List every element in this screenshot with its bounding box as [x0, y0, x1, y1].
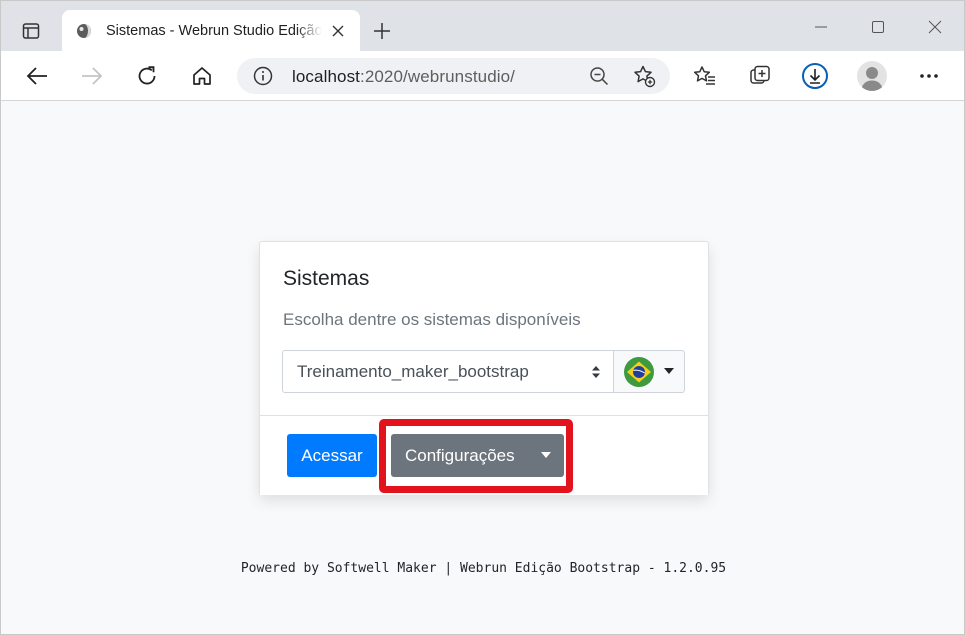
systems-card: Sistemas Escolha dentre os sistemas disp… [259, 241, 709, 495]
address-host: localhost [292, 67, 360, 86]
refresh-icon[interactable] [131, 60, 163, 92]
brazil-flag-icon [624, 357, 654, 387]
profile-icon[interactable] [857, 61, 887, 91]
close-icon[interactable] [328, 21, 348, 41]
active-tab[interactable]: Sistemas - Webrun Studio Edição Bootstra… [62, 10, 360, 51]
select-arrows-icon [592, 366, 600, 378]
minimize-icon[interactable] [807, 13, 835, 41]
chevron-down-icon [541, 452, 551, 458]
zoom-out-icon[interactable] [588, 65, 610, 87]
card-title: Sistemas [283, 267, 370, 290]
favorites-icon[interactable] [689, 60, 721, 92]
system-select[interactable]: Treinamento_maker_bootstrap [282, 350, 614, 393]
system-select-value: Treinamento_maker_bootstrap [297, 362, 529, 381]
address-url[interactable]: localhost:2020/webrunstudio/ [292, 67, 515, 87]
tab-actions-icon[interactable] [14, 14, 48, 48]
language-dropdown-button[interactable] [613, 350, 685, 393]
tab-title: Sistemas - Webrun Studio Edição Bootstra… [106, 22, 322, 39]
acessar-button[interactable]: Acessar [287, 434, 377, 477]
configuracoes-dropdown-button[interactable]: Configurações [391, 434, 564, 477]
arrow-left-icon[interactable] [21, 60, 53, 92]
more-icon[interactable] [913, 60, 945, 92]
collections-icon[interactable] [744, 60, 776, 92]
address-path: :2020/webrunstudio/ [360, 67, 516, 86]
powered-by-footer: Powered by Softwell Maker | Webrun Ediçã… [240, 561, 727, 576]
chevron-down-icon [664, 368, 674, 374]
arrow-right-icon[interactable] [76, 60, 108, 92]
star-add-icon[interactable] [632, 64, 656, 88]
browser-toolbar: localhost:2020/webrunstudio/ [1, 51, 964, 101]
address-bar[interactable]: localhost:2020/webrunstudio/ [237, 58, 670, 94]
plus-icon[interactable] [367, 16, 397, 46]
maximize-icon[interactable] [864, 13, 892, 41]
browser-window: Sistemas - Webrun Studio Edição Bootstra… [0, 0, 965, 635]
favicon-icon [76, 23, 92, 39]
download-icon[interactable] [799, 60, 831, 92]
tab-strip: Sistemas - Webrun Studio Edição Bootstra… [1, 1, 964, 51]
info-icon[interactable] [253, 66, 273, 86]
page-content: Sistemas Escolha dentre os sistemas disp… [1, 101, 964, 634]
home-icon[interactable] [186, 60, 218, 92]
configuracoes-label: Configurações [405, 445, 515, 465]
card-footer: Acessar Configurações [260, 415, 708, 495]
window-close-icon[interactable] [921, 13, 949, 41]
card-subtitle: Escolha dentre os sistemas disponíveis [283, 310, 581, 329]
